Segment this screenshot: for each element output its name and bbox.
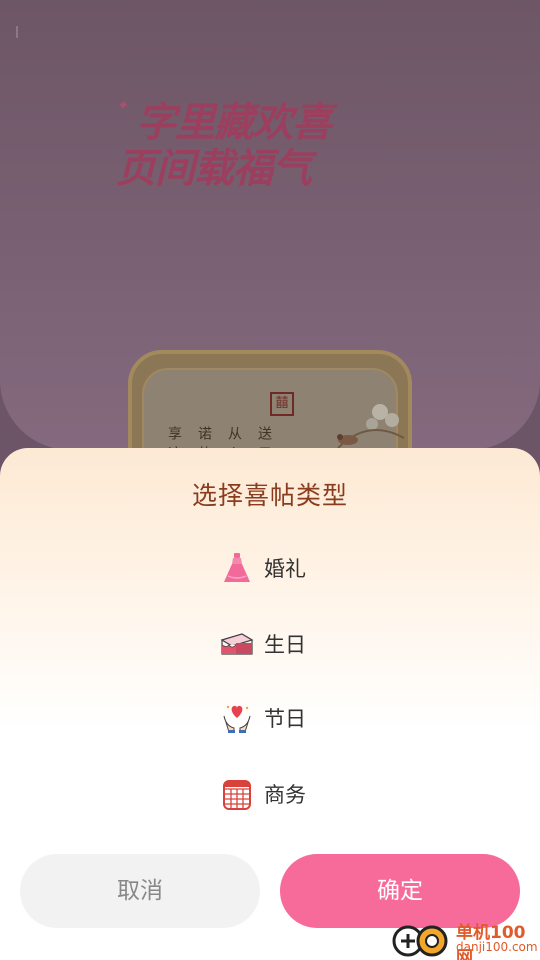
option-business[interactable]: 商务 (220, 774, 306, 814)
birthday-cake-icon (220, 627, 254, 661)
heart-hands-icon (220, 701, 254, 735)
status-bar-mark (16, 26, 18, 38)
option-label: 生日 (264, 633, 306, 657)
calendar-icon (220, 777, 254, 811)
watermark-logo-icon (392, 925, 448, 957)
option-festival[interactable]: 节日 (220, 698, 306, 738)
option-label: 商务 (264, 783, 306, 807)
wedding-dress-icon (220, 551, 254, 585)
select-type-sheet: 选择喜帖类型 婚礼 生日 节日 商务 取消 确定 (0, 448, 540, 960)
confirm-button[interactable]: 确定 (280, 854, 520, 928)
sparkle-icon: ✦ (116, 98, 128, 114)
option-birthday[interactable]: 生日 (220, 624, 306, 664)
sheet-title: 选择喜帖类型 (191, 481, 348, 510)
watermark-url: danji100.com (456, 940, 538, 954)
site-watermark: 单机100网 danji100.com (390, 918, 540, 960)
double-happiness-seal: 囍 (270, 392, 294, 416)
banner-title: ✦ 字里藏欢喜 页间载福气 (110, 86, 430, 196)
option-wedding[interactable]: 婚礼 (220, 548, 306, 588)
option-label: 婚礼 (264, 557, 306, 581)
cancel-button[interactable]: 取消 (20, 854, 260, 928)
banner-title-line2: 页间载福气 (116, 145, 312, 192)
option-label: 节日 (264, 707, 306, 731)
